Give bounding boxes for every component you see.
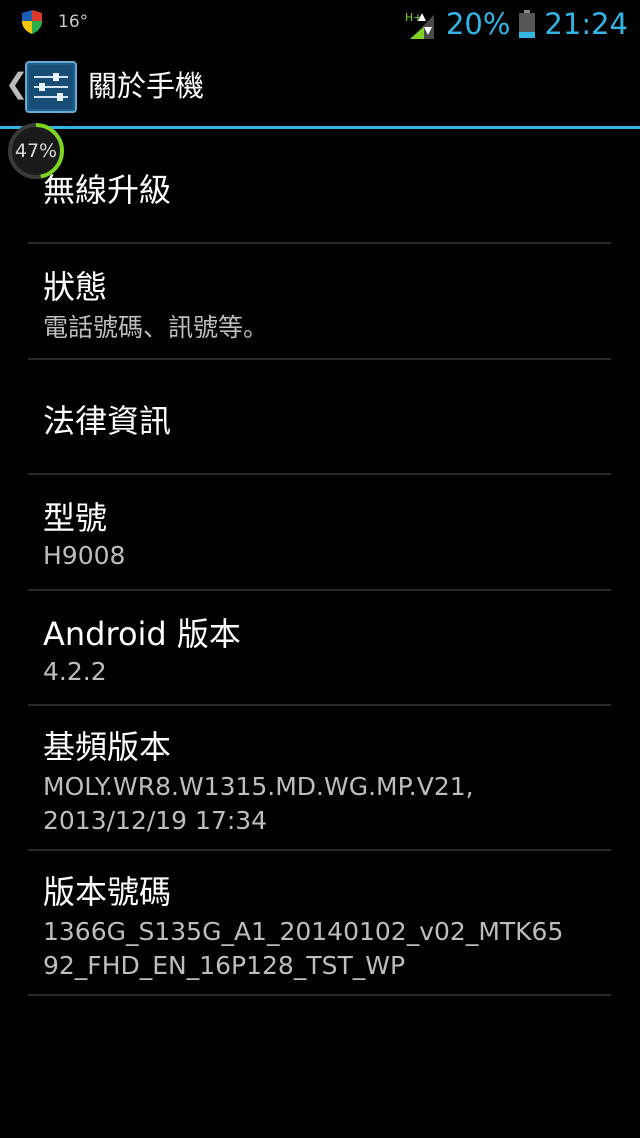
list-item-status[interactable]: 狀態 電話號碼、訊號等。 — [28, 244, 611, 360]
settings-list: 無線升級 狀態 電話號碼、訊號等。 法律資訊 型號 H9008 Android … — [0, 129, 640, 996]
list-item-wireless-update[interactable]: 無線升級 — [28, 129, 611, 244]
list-item-android-version[interactable]: Android 版本 4.2.2 — [28, 591, 611, 706]
battery-icon — [519, 10, 536, 38]
list-item-legal-info[interactable]: 法律資訊 — [28, 360, 611, 475]
list-item-model: 型號 H9008 — [28, 475, 611, 591]
temperature-text: 16° — [58, 12, 89, 32]
list-item-title: Android 版本 — [43, 615, 241, 653]
settings-sliders-icon[interactable] — [25, 61, 77, 113]
list-item-subtitle: H9008 — [43, 541, 126, 570]
battery-percent-text: 20% — [445, 7, 511, 41]
page-title: 關於手機 — [88, 69, 205, 103]
list-item-title: 法律資訊 — [43, 402, 172, 440]
list-item-title: 版本號碼 — [43, 873, 172, 911]
action-bar: ❮ 關於手機 — [0, 46, 640, 128]
progress-label: 47% — [14, 140, 58, 162]
list-item-subtitle: MOLY.WR8.W1315.MD.WG.MP.V21, 2013/12/19 … — [43, 772, 474, 835]
shield-icon — [22, 10, 42, 34]
list-item-build-number[interactable]: 版本號碼 1366G_S135G_A1_20140102_v02_MTK65 9… — [28, 851, 611, 996]
clock-text: 21:24 — [544, 7, 628, 41]
list-item-baseband-version: 基頻版本 MOLY.WR8.W1315.MD.WG.MP.V21, 2013/1… — [28, 706, 611, 851]
status-bar-right: H+ 20% 21:24 — [404, 4, 628, 44]
list-item-title: 基頻版本 — [43, 728, 172, 766]
list-item-subtitle: 電話號碼、訊號等。 — [43, 313, 269, 342]
status-bar-left: 16° — [20, 9, 88, 35]
list-item-subtitle: 4.2.2 — [43, 657, 107, 686]
list-item-title: 型號 — [43, 499, 108, 537]
signal-icon: H+ — [404, 9, 438, 39]
list-item-subtitle: 1366G_S135G_A1_20140102_v02_MTK65 92_FHD… — [43, 917, 564, 980]
progress-badge: 47% — [6, 121, 66, 181]
status-bar: 16° H+ 20% 21:24 — [0, 0, 640, 46]
list-item-title: 狀態 — [43, 268, 108, 306]
